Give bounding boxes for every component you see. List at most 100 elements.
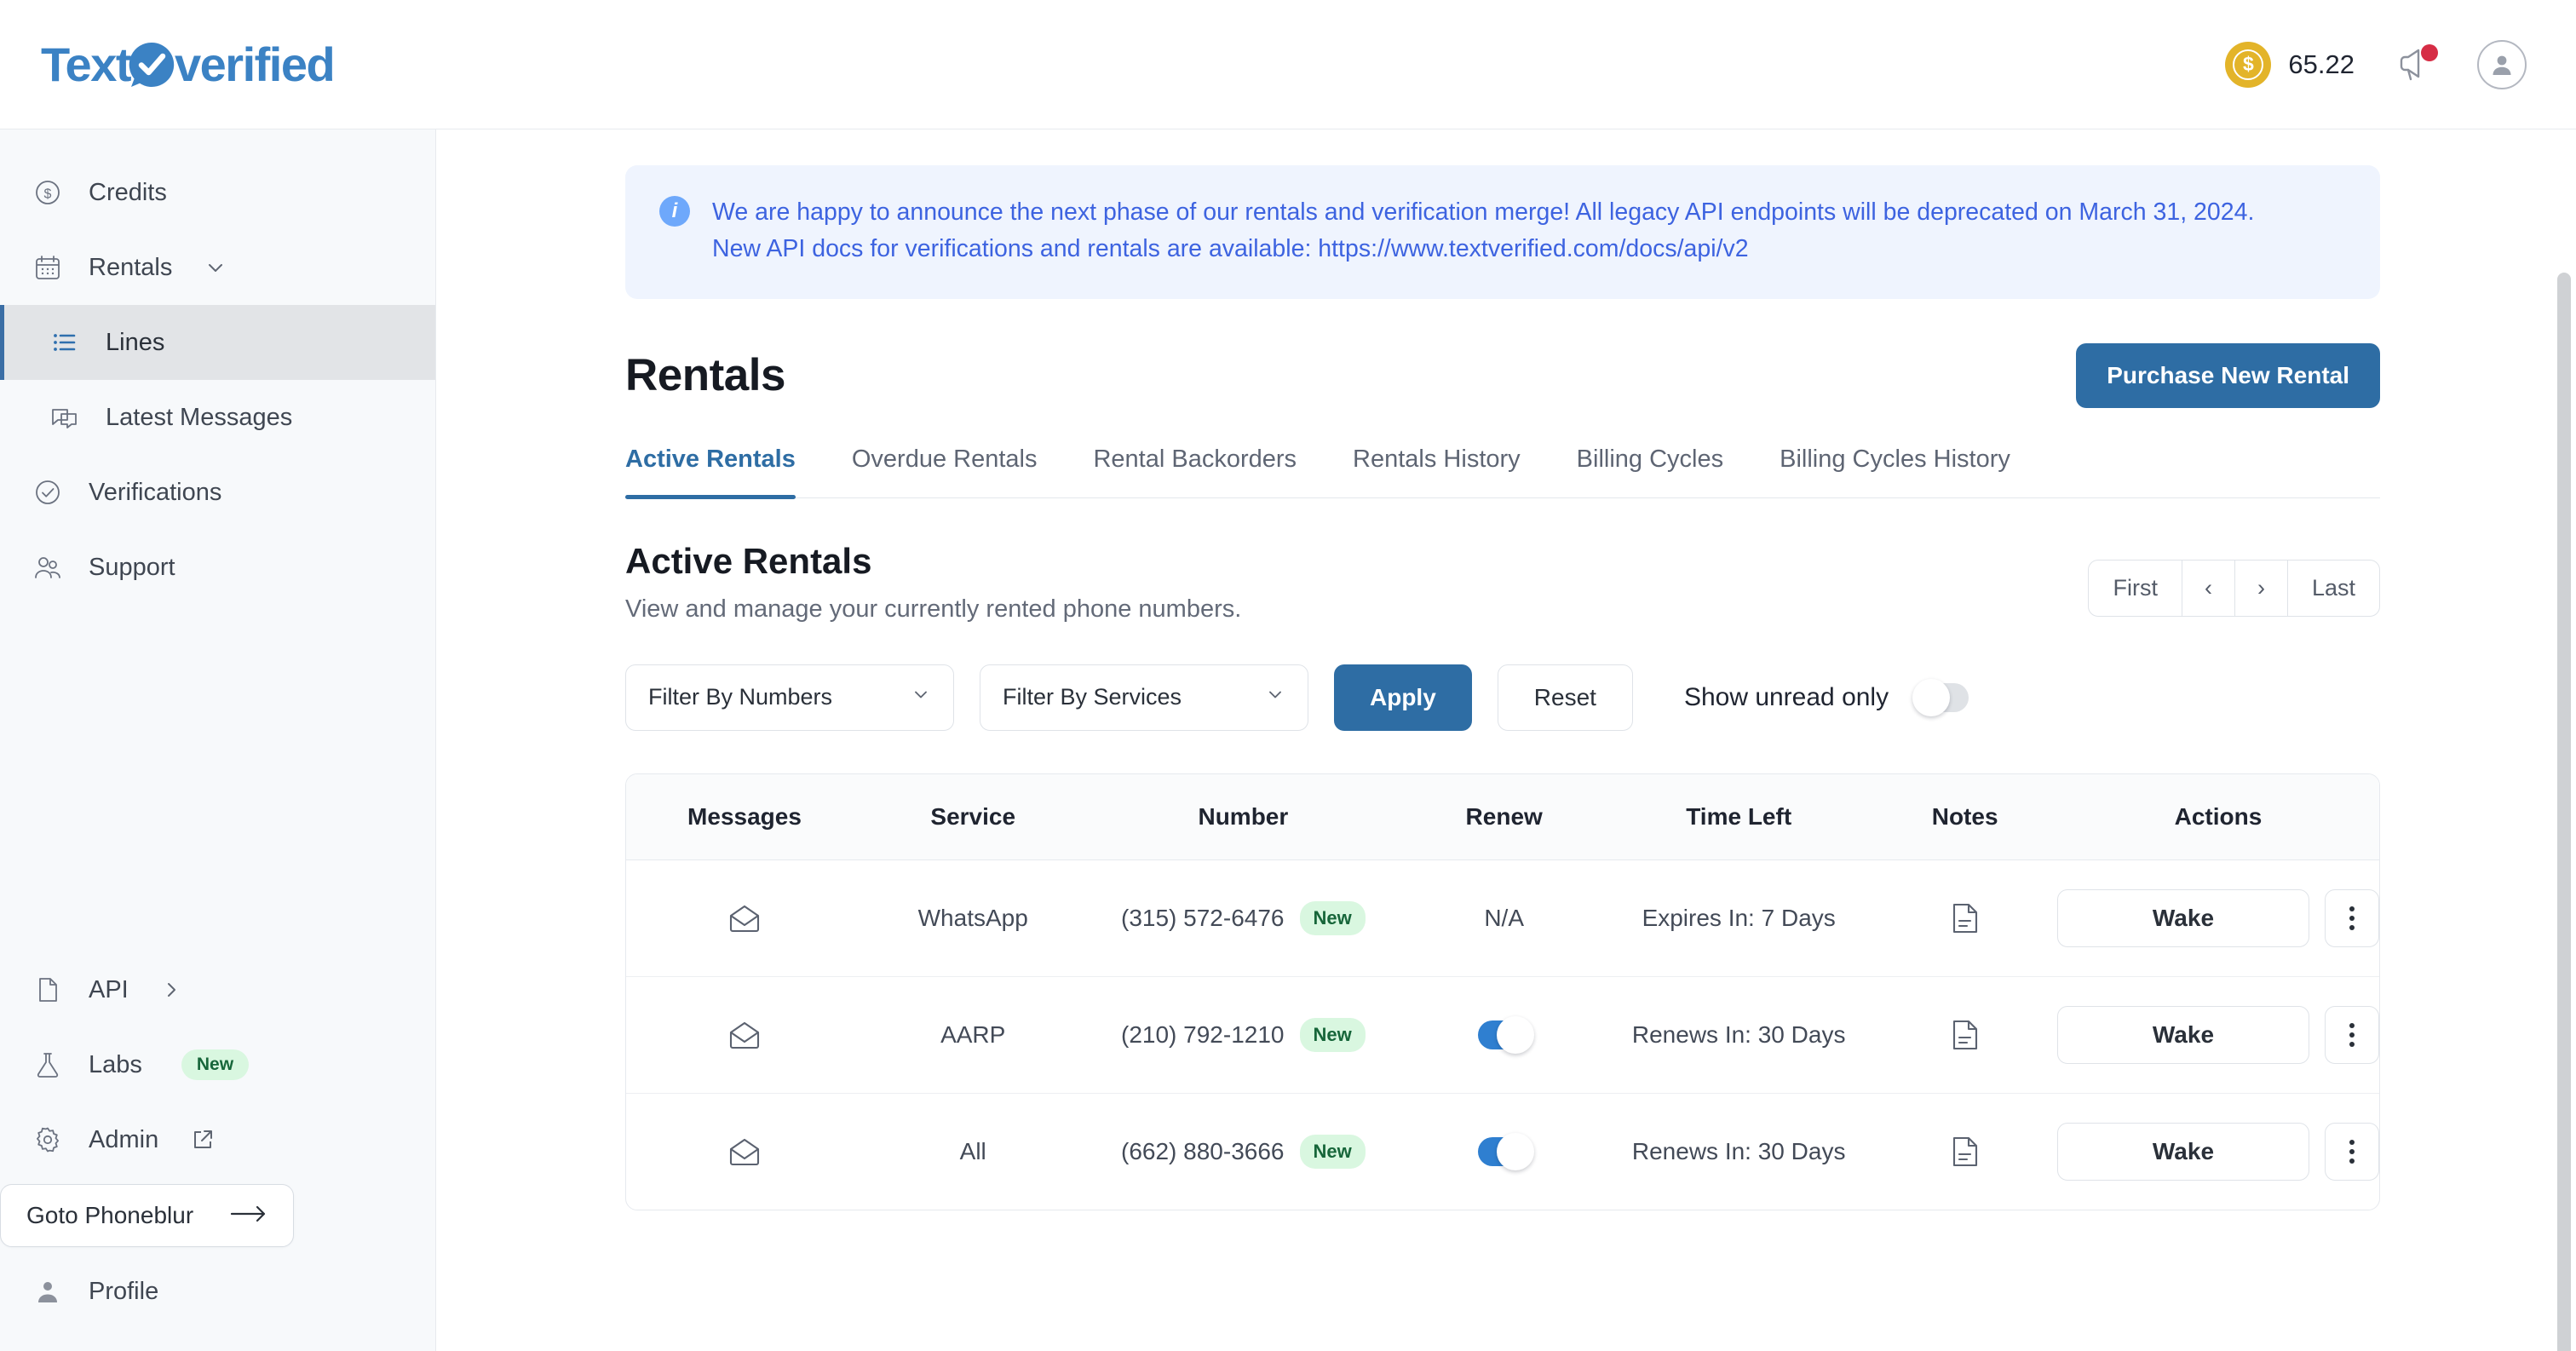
sidebar-primary-nav: $ Credits Rentals Lines Latest Messages … bbox=[0, 129, 435, 605]
show-unread-only-toggle[interactable] bbox=[1912, 678, 1969, 716]
banner-line-2: New API docs for verifications and renta… bbox=[712, 235, 1749, 263]
tab-overdue-rentals[interactable]: Overdue Rentals bbox=[852, 446, 1038, 497]
rentals-tabs: Active Rentals Overdue Rentals Rental Ba… bbox=[625, 446, 2380, 499]
table-row: All (662) 880-3666 New Renews In: 30 Day… bbox=[626, 1093, 2379, 1210]
wake-button[interactable]: Wake bbox=[2056, 1005, 2309, 1064]
tab-billing-cycles-history[interactable]: Billing Cycles History bbox=[1780, 446, 2010, 497]
sidebar-item-label: Rentals bbox=[89, 253, 173, 281]
renew-toggle[interactable] bbox=[1477, 1132, 1534, 1170]
toggle-knob bbox=[1496, 1132, 1534, 1170]
note-document-icon[interactable] bbox=[1872, 1019, 2057, 1051]
section-title: Active Rentals bbox=[625, 540, 872, 581]
sidebar-item-label: Admin bbox=[89, 1125, 159, 1153]
mail-open-icon[interactable] bbox=[626, 1020, 863, 1050]
pagination-next-button[interactable]: › bbox=[2234, 559, 2288, 617]
arrow-right-icon bbox=[230, 1202, 267, 1229]
new-badge: New bbox=[1299, 1017, 1366, 1052]
column-header-messages: Messages bbox=[626, 773, 863, 860]
kebab-menu-icon[interactable] bbox=[2324, 1005, 2379, 1064]
wake-button[interactable]: Wake bbox=[2056, 1122, 2309, 1181]
note-document-icon[interactable] bbox=[1872, 1135, 2057, 1168]
people-icon bbox=[31, 550, 65, 584]
column-header-time-left: Time Left bbox=[1605, 773, 1873, 860]
sidebar-item-label: Labs bbox=[89, 1050, 142, 1078]
sidebar-item-latest-messages[interactable]: Latest Messages bbox=[0, 380, 435, 455]
sidebar-item-label: Credits bbox=[89, 178, 167, 206]
column-header-actions: Actions bbox=[2056, 773, 2379, 860]
filter-by-services-label: Filter By Services bbox=[1003, 684, 1182, 710]
mail-open-icon[interactable] bbox=[626, 1136, 863, 1167]
calendar-icon bbox=[31, 250, 65, 285]
sidebar: $ Credits Rentals Lines Latest Messages … bbox=[0, 129, 436, 1351]
table-header-row: Messages Service Number Renew Time Left … bbox=[626, 773, 2379, 860]
filter-by-numbers-select[interactable]: Filter By Numbers bbox=[625, 664, 954, 731]
column-header-service: Service bbox=[862, 773, 1084, 860]
person-icon bbox=[31, 1274, 65, 1308]
sidebar-item-support[interactable]: Support bbox=[0, 530, 435, 605]
brand-logo[interactable]: Text verified bbox=[41, 31, 336, 99]
goto-phoneblur-button[interactable]: Goto Phoneblur bbox=[0, 1184, 294, 1247]
table-row: AARP (210) 792-1210 New Renews In: 30 Da… bbox=[626, 976, 2379, 1094]
vertical-scrollbar[interactable] bbox=[2557, 273, 2571, 1351]
sidebar-item-rentals[interactable]: Rentals bbox=[0, 230, 435, 305]
cell-actions: Wake bbox=[2056, 859, 2379, 977]
sidebar-item-labs[interactable]: Labs New bbox=[0, 1027, 435, 1102]
active-rentals-table: Messages Service Number Renew Time Left … bbox=[625, 773, 2380, 1210]
pagination-prev-button[interactable]: ‹ bbox=[2181, 559, 2235, 617]
user-avatar-icon[interactable] bbox=[2477, 39, 2527, 89]
tab-active-rentals[interactable]: Active Rentals bbox=[625, 446, 796, 499]
filter-bar: Filter By Numbers Filter By Services App… bbox=[625, 664, 2380, 731]
tab-rental-backorders[interactable]: Rental Backorders bbox=[1093, 446, 1297, 497]
sidebar-item-api[interactable]: API bbox=[0, 952, 435, 1027]
kebab-menu-icon[interactable] bbox=[2324, 888, 2379, 947]
sidebar-item-admin[interactable]: Admin bbox=[0, 1102, 435, 1177]
tab-billing-cycles[interactable]: Billing Cycles bbox=[1577, 446, 1723, 497]
info-icon: i bbox=[659, 196, 690, 227]
tab-rentals-history[interactable]: Rentals History bbox=[1353, 446, 1521, 497]
mail-open-icon[interactable] bbox=[626, 903, 863, 934]
filter-by-numbers-label: Filter By Numbers bbox=[648, 684, 833, 710]
reset-filters-button[interactable]: Reset bbox=[1497, 664, 1633, 731]
main-content: i We are happy to announce the next phas… bbox=[436, 129, 2576, 1351]
phone-number: (210) 792-1210 bbox=[1121, 1020, 1285, 1048]
renew-toggle[interactable] bbox=[1477, 1015, 1534, 1054]
sidebar-item-credits[interactable]: $ Credits bbox=[0, 155, 435, 230]
list-icon bbox=[48, 325, 82, 359]
kebab-menu-icon[interactable] bbox=[2324, 1122, 2379, 1181]
credits-display[interactable]: $ 65.22 bbox=[2225, 41, 2355, 88]
chevron-down-icon bbox=[911, 684, 931, 710]
purchase-new-rental-button[interactable]: Purchase New Rental bbox=[2076, 342, 2380, 408]
page-title: Rentals bbox=[625, 350, 785, 401]
chevron-down-icon bbox=[204, 256, 227, 279]
document-icon bbox=[31, 973, 65, 1007]
note-document-icon[interactable] bbox=[1872, 902, 2057, 934]
pagination-first-button[interactable]: First bbox=[2088, 559, 2182, 617]
credit-amount: 65.22 bbox=[2288, 49, 2355, 79]
sidebar-item-lines[interactable]: Lines bbox=[0, 305, 435, 380]
apply-filters-button[interactable]: Apply bbox=[1334, 664, 1472, 731]
sidebar-item-verifications[interactable]: Verifications bbox=[0, 455, 435, 530]
announcement-banner: i We are happy to announce the next phas… bbox=[625, 165, 2380, 299]
sidebar-secondary-nav: API Labs New Admin Goto Phoneblur Profil… bbox=[0, 952, 435, 1351]
page-header: Rentals Purchase New Rental bbox=[625, 342, 2380, 408]
cell-renew bbox=[1403, 1093, 1605, 1210]
pagination-last-button[interactable]: Last bbox=[2286, 559, 2380, 617]
dollar-coin-icon: $ bbox=[2225, 41, 2272, 88]
sidebar-item-profile[interactable]: Profile bbox=[0, 1254, 435, 1329]
cell-actions: Wake bbox=[2056, 1093, 2379, 1210]
cell-notes bbox=[1872, 976, 2057, 1094]
megaphone-icon[interactable] bbox=[2395, 43, 2438, 83]
sidebar-item-label: Profile bbox=[89, 1277, 159, 1305]
svg-text:$: $ bbox=[44, 187, 52, 202]
filter-by-services-select[interactable]: Filter By Services bbox=[980, 664, 1308, 731]
top-bar: Text verified $ 65.22 bbox=[0, 0, 2576, 129]
cell-number: (662) 880-3666 New bbox=[1083, 1093, 1403, 1210]
chevron-right-icon bbox=[161, 980, 181, 1000]
cell-messages bbox=[626, 1093, 863, 1210]
cell-number: (315) 572-6476 New bbox=[1083, 859, 1404, 977]
sidebar-item-label: Lines bbox=[106, 328, 165, 356]
new-badge: New bbox=[1299, 1134, 1366, 1169]
wake-button[interactable]: Wake bbox=[2056, 888, 2309, 947]
cell-service: WhatsApp bbox=[862, 859, 1084, 977]
sidebar-item-label: API bbox=[89, 975, 129, 1003]
